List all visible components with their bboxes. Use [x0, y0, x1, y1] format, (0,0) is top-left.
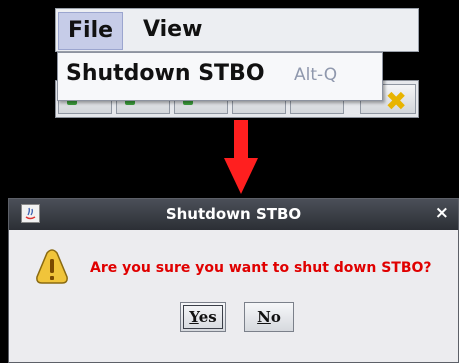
- menu-item-label: Shutdown STBO: [66, 61, 265, 86]
- confirm-dialog: Shutdown STBO × Are you sure you want to…: [8, 198, 459, 363]
- yes-button[interactable]: Yes: [180, 302, 226, 332]
- menu-item-accelerator: Alt-Q: [294, 65, 338, 85]
- warning-icon: [36, 249, 68, 284]
- menu-file[interactable]: File: [58, 12, 124, 50]
- close-icon[interactable]: ×: [435, 203, 449, 223]
- no-label: o: [270, 308, 281, 326]
- dialog-message: Are you sure you want to shut down STBO?: [90, 260, 432, 276]
- yes-mnemonic: Y: [189, 308, 199, 326]
- no-mnemonic: N: [257, 308, 271, 326]
- menu-bar: File View: [55, 8, 419, 52]
- yes-label: es: [198, 308, 217, 326]
- exit-x-icon: ✖: [385, 87, 407, 117]
- menu-item-shutdown[interactable]: Shutdown STBO Alt-Q: [58, 53, 382, 100]
- red-down-arrow: [224, 120, 258, 194]
- menu-view[interactable]: View: [134, 12, 211, 48]
- dialog-title: Shutdown STBO: [165, 205, 302, 223]
- dialog-titlebar[interactable]: Shutdown STBO ×: [9, 199, 458, 230]
- no-button[interactable]: No: [244, 302, 294, 332]
- file-dropdown-menu: Shutdown STBO Alt-Q: [57, 52, 383, 101]
